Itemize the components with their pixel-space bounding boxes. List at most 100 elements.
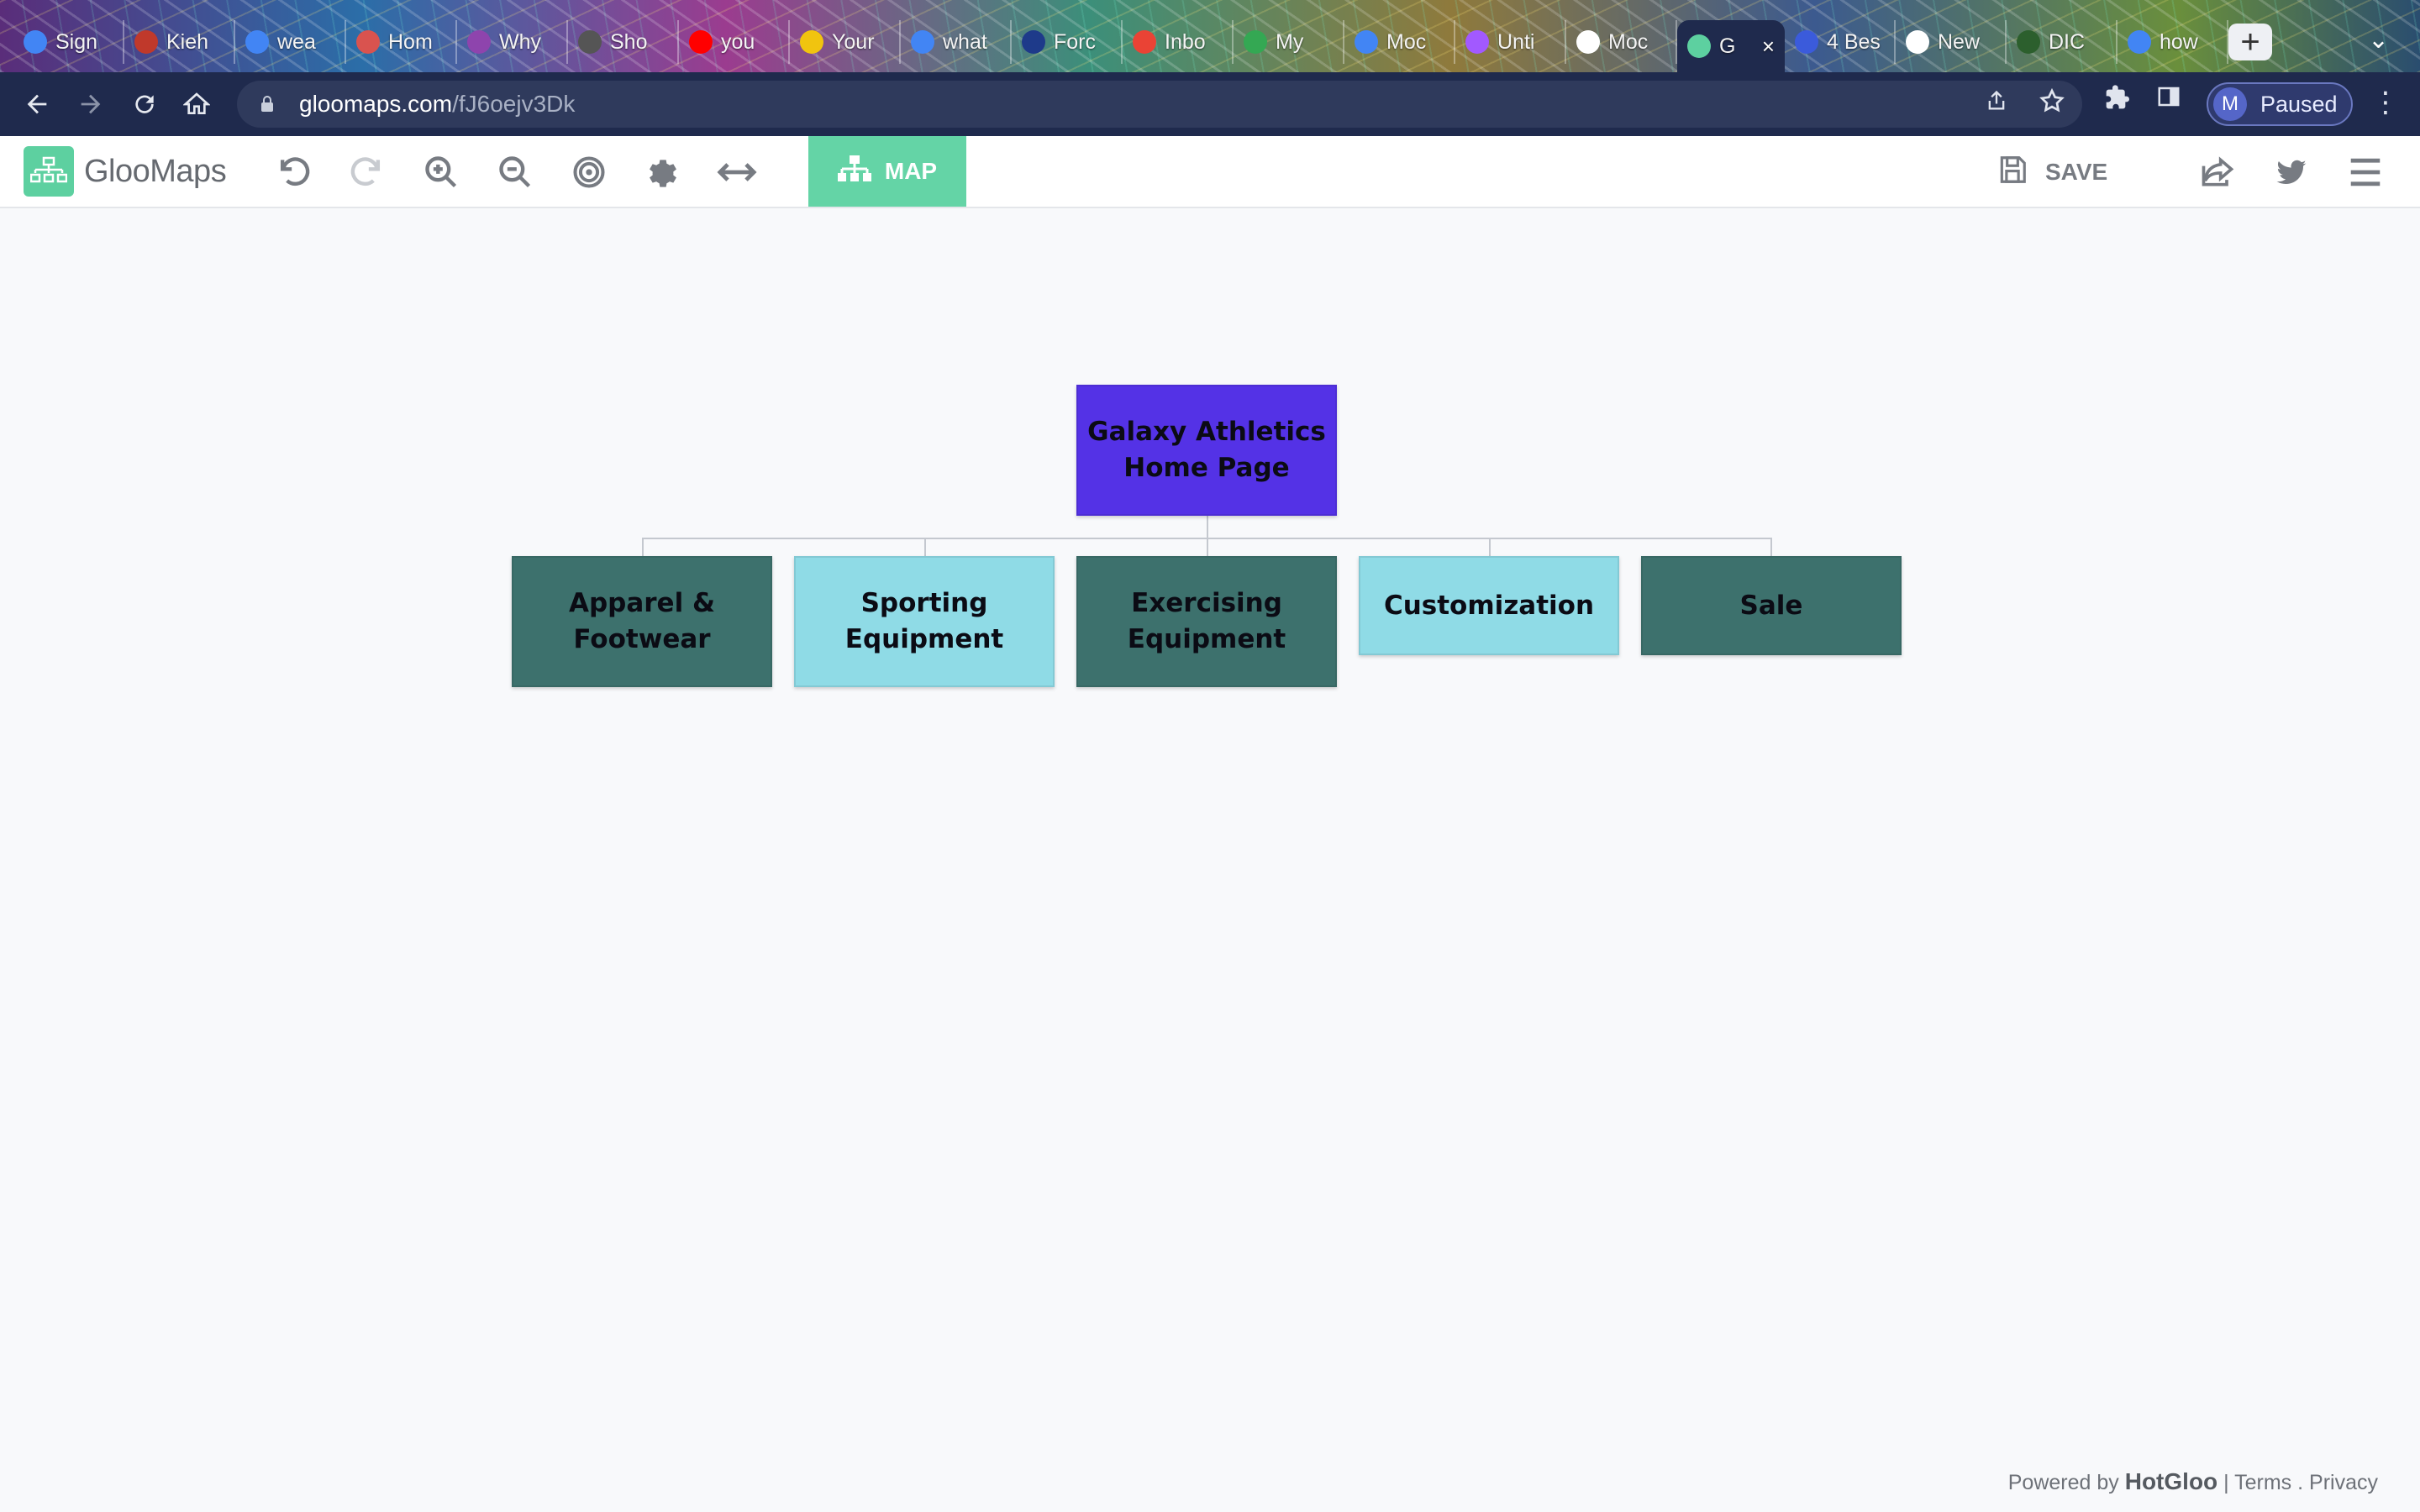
browser-tab[interactable]: Why bbox=[457, 20, 568, 64]
node-label-line2: Footwear bbox=[573, 624, 711, 654]
browser-tab[interactable]: Moc bbox=[1344, 20, 1455, 64]
node-label-line1: Sale bbox=[1739, 590, 1803, 621]
crown-icon bbox=[800, 30, 823, 54]
node-label-line2: Equipment bbox=[844, 624, 1004, 654]
kiehls-icon bbox=[134, 30, 158, 54]
tab-title: how bbox=[2160, 29, 2198, 54]
shield-icon bbox=[1022, 30, 1045, 54]
url-text: gloomaps.com/fJ6oejv3Dk bbox=[299, 91, 575, 118]
browser-tab[interactable]: Inbo bbox=[1123, 20, 1234, 64]
center-target-icon[interactable] bbox=[568, 151, 610, 193]
browser-tab[interactable]: Sho bbox=[568, 20, 679, 64]
footer-dot: . bbox=[2297, 1471, 2304, 1494]
browser-tab[interactable]: Unti bbox=[1455, 20, 1566, 64]
sitemap-node-apparel-footwear[interactable]: Apparel & Footwear bbox=[512, 556, 772, 687]
tab-title: New bbox=[1938, 29, 1981, 54]
twitter-icon[interactable] bbox=[2270, 151, 2312, 193]
tab-title: Forc bbox=[1054, 29, 1096, 54]
bookmark-star-icon[interactable] bbox=[2039, 87, 2065, 121]
sitemap-logo-icon bbox=[24, 146, 74, 197]
terms-link[interactable]: Terms bbox=[2234, 1471, 2291, 1494]
sitemap-canvas[interactable]: Galaxy Athletics Home Page Apparel & Foo… bbox=[0, 208, 2420, 1512]
browser-menu-icon[interactable]: ⋮ bbox=[2371, 86, 2400, 119]
footer: Powered by HotGloo | Terms . Privacy bbox=[2008, 1468, 2378, 1495]
connector-child-4 bbox=[1489, 538, 1491, 556]
browser-tab[interactable]: Kieh bbox=[124, 20, 235, 64]
browser-tab[interactable]: what bbox=[901, 20, 1012, 64]
horizontal-expand-icon[interactable] bbox=[716, 151, 758, 193]
tab-search-chevron-icon[interactable]: ⌄ bbox=[2368, 25, 2389, 55]
save-label: SAVE bbox=[2045, 159, 2108, 185]
back-arrow-icon[interactable] bbox=[17, 84, 57, 124]
browser-address-bar: gloomaps.com/fJ6oejv3Dk M Paused ⋮ bbox=[0, 72, 2420, 136]
sitemap-node-customization[interactable]: Customization bbox=[1359, 556, 1619, 655]
github-icon bbox=[1576, 30, 1600, 54]
tab-title: you bbox=[721, 29, 755, 54]
tab-title: Unti bbox=[1497, 29, 1535, 54]
node-label: Sporting Equipment bbox=[845, 585, 1003, 658]
privacy-link[interactable]: Privacy bbox=[2309, 1471, 2378, 1494]
forward-arrow-icon[interactable] bbox=[71, 84, 111, 124]
tab-title: DIC bbox=[2049, 29, 2086, 54]
browser-tab[interactable]: Your bbox=[790, 20, 901, 64]
hotgloo-link[interactable]: HotGloo bbox=[2125, 1468, 2217, 1494]
hamburger-menu-icon[interactable] bbox=[2344, 151, 2386, 193]
tab-title: Sign bbox=[55, 29, 98, 54]
openai-icon bbox=[1906, 30, 1929, 54]
tab-title: Hom bbox=[388, 29, 433, 54]
node-label-line2: Equipment bbox=[1127, 624, 1286, 654]
zoom-in-icon[interactable] bbox=[420, 151, 462, 193]
new-tab-button[interactable]: + bbox=[2228, 24, 2272, 60]
browser-tab[interactable]: 4 Bes bbox=[1785, 20, 1896, 64]
reload-icon[interactable] bbox=[124, 84, 165, 124]
gloomaps-logo[interactable]: GlooMaps bbox=[24, 146, 227, 197]
youtube-icon bbox=[689, 30, 713, 54]
map-view-button[interactable]: MAP bbox=[808, 136, 966, 207]
tab-title: Why bbox=[499, 29, 541, 54]
gloomaps-icon bbox=[1687, 34, 1711, 58]
google-icon bbox=[2128, 30, 2151, 54]
tab-list: Sign Kieh wea Hom Why Sho you Your what Forc Inbo M… bbox=[13, 20, 2228, 72]
docs-icon bbox=[1355, 30, 1378, 54]
sitemap-node-sale[interactable]: Sale bbox=[1641, 556, 1902, 655]
node-label-line2: Home Page bbox=[1123, 453, 1290, 483]
profile-button[interactable]: M Paused bbox=[2207, 82, 2353, 126]
url-bar[interactable]: gloomaps.com/fJ6oejv3Dk bbox=[237, 81, 2082, 128]
tab-title: what bbox=[943, 29, 987, 54]
undo-icon[interactable] bbox=[272, 151, 314, 193]
side-panel-icon[interactable] bbox=[2156, 84, 2181, 118]
browser-tab[interactable]: you bbox=[679, 20, 790, 64]
browser-tab[interactable]: G × bbox=[1677, 20, 1785, 72]
browser-tab[interactable]: Moc bbox=[1566, 20, 1677, 64]
browser-tab[interactable]: Forc bbox=[1012, 20, 1123, 64]
extensions-puzzle-icon[interactable] bbox=[2104, 84, 2131, 118]
share-export-icon[interactable] bbox=[2196, 151, 2238, 193]
browser-tab[interactable]: My bbox=[1234, 20, 1344, 64]
close-tab-icon[interactable]: × bbox=[1762, 34, 1775, 60]
save-button[interactable]: SAVE bbox=[1996, 151, 2107, 193]
share-icon[interactable] bbox=[1985, 87, 2008, 121]
settings-gear-icon[interactable] bbox=[642, 151, 684, 193]
sitemap-node-root[interactable]: Galaxy Athletics Home Page bbox=[1076, 385, 1337, 516]
connector-child-5 bbox=[1770, 538, 1772, 556]
zoom-out-icon[interactable] bbox=[494, 151, 536, 193]
browser-tab[interactable]: wea bbox=[235, 20, 346, 64]
node-label: Customization bbox=[1384, 588, 1594, 624]
sitemap-node-exercising-equipment[interactable]: Exercising Equipment bbox=[1076, 556, 1337, 687]
tab-title: G bbox=[1719, 34, 1736, 58]
browser-tab-strip: Sign Kieh wea Hom Why Sho you Your what Forc Inbo M… bbox=[0, 0, 2420, 72]
drive-icon bbox=[1244, 30, 1267, 54]
avatar: M bbox=[2213, 87, 2247, 121]
browser-tab[interactable]: how bbox=[2118, 20, 2228, 64]
sitemap-node-sporting-equipment[interactable]: Sporting Equipment bbox=[794, 556, 1055, 687]
footer-separator: | bbox=[2223, 1471, 2229, 1494]
tab-title: Kieh bbox=[166, 29, 209, 54]
browser-tab[interactable]: Sign bbox=[13, 20, 124, 64]
home-icon[interactable] bbox=[176, 84, 217, 124]
browser-tab[interactable]: New bbox=[1896, 20, 2007, 64]
map-label: MAP bbox=[884, 158, 938, 184]
browser-tab[interactable]: Hom bbox=[346, 20, 457, 64]
tab-title: My bbox=[1276, 29, 1304, 54]
browser-tab[interactable]: DIC bbox=[2007, 20, 2118, 64]
redo-icon[interactable] bbox=[346, 151, 388, 193]
